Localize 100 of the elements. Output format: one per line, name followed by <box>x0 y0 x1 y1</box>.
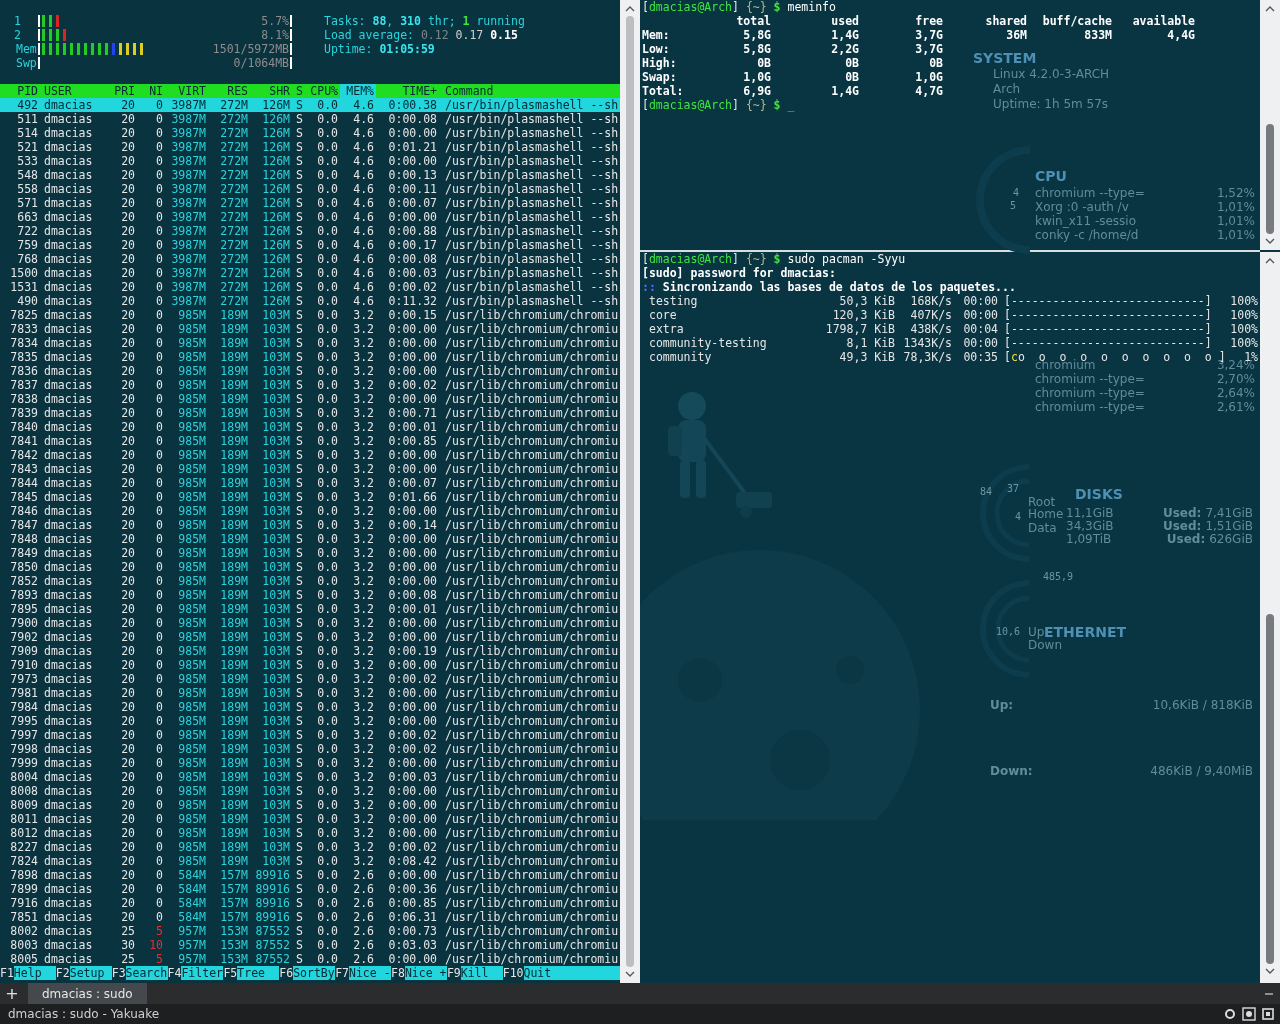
scroll-up-icon[interactable] <box>625 6 635 12</box>
function-key-button[interactable]: Nice + <box>404 966 447 980</box>
process-row[interactable]: 8009 dmacias 20 0 985M 189M 103M S 0.0 3.2 0:00.00 /usr/lib/chromium/chromiu <box>0 798 620 812</box>
process-row[interactable]: 7837 dmacias 20 0 985M 189M 103M S 0.0 3.2 0:00.02 /usr/lib/chromium/chromiu <box>0 378 620 392</box>
settings-icon[interactable] <box>1242 1007 1256 1021</box>
process-row[interactable]: 521 dmacias 20 0 3987M 272M 126M S 0.0 4.6 0:01.21 /usr/bin/plasmashell --sh <box>0 140 620 154</box>
scrollbar[interactable] <box>620 0 640 983</box>
process-row[interactable]: 7835 dmacias 20 0 985M 189M 103M S 0.0 3.2 0:00.00 /usr/lib/chromium/chromiu <box>0 350 620 364</box>
scroll-up-icon[interactable] <box>1265 258 1275 264</box>
column-header[interactable]: Command <box>439 84 620 98</box>
process-row[interactable]: 7916 dmacias 20 0 584M 157M 89916 S 0.0 2.6 0:00.85 /usr/lib/chromium/chromiu <box>0 896 620 910</box>
column-header[interactable]: PID <box>0 84 40 98</box>
process-row[interactable]: 759 dmacias 20 0 3987M 272M 126M S 0.0 4.6 0:00.17 /usr/bin/plasmashell --sh <box>0 238 620 252</box>
process-row[interactable]: 7850 dmacias 20 0 985M 189M 103M S 0.0 3.2 0:00.00 /usr/lib/chromium/chromiu <box>0 560 620 574</box>
scrollbar-thumb[interactable] <box>1266 124 1274 234</box>
scrollbar[interactable] <box>1260 0 1280 250</box>
process-row[interactable]: 7984 dmacias 20 0 985M 189M 103M S 0.0 3.2 0:00.00 /usr/lib/chromium/chromiu <box>0 700 620 714</box>
process-row[interactable]: 7841 dmacias 20 0 985M 189M 103M S 0.0 3.2 0:00.85 /usr/lib/chromium/chromiu <box>0 434 620 448</box>
process-row[interactable]: 7824 dmacias 20 0 985M 189M 103M S 0.0 3.2 0:08.42 /usr/lib/chromium/chromiu <box>0 854 620 868</box>
process-row[interactable]: 7902 dmacias 20 0 985M 189M 103M S 0.0 3.2 0:00.00 /usr/lib/chromium/chromiu <box>0 630 620 644</box>
scroll-down-icon[interactable] <box>1265 968 1275 974</box>
process-row[interactable]: 7838 dmacias 20 0 985M 189M 103M S 0.0 3.2 0:00.00 /usr/lib/chromium/chromiu <box>0 392 620 406</box>
column-header[interactable]: SHR <box>250 84 292 98</box>
scrollbar[interactable] <box>1260 252 1280 983</box>
function-key-button[interactable]: Tree <box>237 966 280 980</box>
function-key-button[interactable]: Quit <box>523 966 620 980</box>
process-row[interactable]: 7834 dmacias 20 0 985M 189M 103M S 0.0 3.2 0:00.00 /usr/lib/chromium/chromiu <box>0 336 620 350</box>
process-row[interactable]: 514 dmacias 20 0 3987M 272M 126M S 0.0 4.6 0:00.00 /usr/bin/plasmashell --sh <box>0 126 620 140</box>
process-row[interactable]: 7893 dmacias 20 0 985M 189M 103M S 0.0 3.2 0:00.08 /usr/lib/chromium/chromiu <box>0 588 620 602</box>
process-row[interactable]: 663 dmacias 20 0 3987M 272M 126M S 0.0 4.6 0:00.00 /usr/bin/plasmashell --sh <box>0 210 620 224</box>
function-key-button[interactable]: Nice - <box>349 966 391 980</box>
process-row[interactable]: 768 dmacias 20 0 3987M 272M 126M S 0.0 4.6 0:00.08 /usr/bin/plasmashell --sh <box>0 252 620 266</box>
process-row[interactable]: 7836 dmacias 20 0 985M 189M 103M S 0.0 3.2 0:00.00 /usr/lib/chromium/chromiu <box>0 364 620 378</box>
process-row[interactable]: 7848 dmacias 20 0 985M 189M 103M S 0.0 3.2 0:00.00 /usr/lib/chromium/chromiu <box>0 532 620 546</box>
process-row[interactable]: 7833 dmacias 20 0 985M 189M 103M S 0.0 3.2 0:00.00 /usr/lib/chromium/chromiu <box>0 322 620 336</box>
process-row[interactable]: 7910 dmacias 20 0 985M 189M 103M S 0.0 3.2 0:00.00 /usr/lib/chromium/chromiu <box>0 658 620 672</box>
process-row[interactable]: 7899 dmacias 20 0 584M 157M 89916 S 0.0 2.6 0:00.36 /usr/lib/chromium/chromiu <box>0 882 620 896</box>
scroll-up-icon[interactable] <box>1265 6 1275 12</box>
process-row[interactable]: 7852 dmacias 20 0 985M 189M 103M S 0.0 3.2 0:00.00 /usr/lib/chromium/chromiu <box>0 574 620 588</box>
process-row[interactable]: 7840 dmacias 20 0 985M 189M 103M S 0.0 3.2 0:00.01 /usr/lib/chromium/chromiu <box>0 420 620 434</box>
process-row[interactable]: 7900 dmacias 20 0 985M 189M 103M S 0.0 3.2 0:00.00 /usr/lib/chromium/chromiu <box>0 616 620 630</box>
process-row[interactable]: 7973 dmacias 20 0 985M 189M 103M S 0.0 3.2 0:00.02 /usr/lib/chromium/chromiu <box>0 672 620 686</box>
new-tab-button[interactable]: + <box>0 984 24 1003</box>
process-row[interactable]: 7999 dmacias 20 0 985M 189M 103M S 0.0 3.2 0:00.00 /usr/lib/chromium/chromiu <box>0 756 620 770</box>
process-row[interactable]: 7839 dmacias 20 0 985M 189M 103M S 0.0 3.2 0:00.71 /usr/lib/chromium/chromiu <box>0 406 620 420</box>
process-row[interactable]: 8003 dmacias 30 10 957M 153M 87552 S 0.0 2.6 0:03.03 /usr/lib/chromium/chromiu <box>0 938 620 952</box>
circle-icon[interactable] <box>1224 1008 1236 1020</box>
column-header[interactable]: TIME+ <box>376 84 439 98</box>
process-row[interactable]: 8008 dmacias 20 0 985M 189M 103M S 0.0 3.2 0:00.00 /usr/lib/chromium/chromiu <box>0 784 620 798</box>
column-header[interactable]: NI <box>137 84 165 98</box>
scrollbar-thumb[interactable] <box>1266 614 1274 964</box>
scrollbar-thumb[interactable] <box>626 16 634 967</box>
process-row[interactable]: 7909 dmacias 20 0 985M 189M 103M S 0.0 3.2 0:00.19 /usr/lib/chromium/chromiu <box>0 644 620 658</box>
session-tab[interactable]: dmacias : sudo <box>28 983 147 1004</box>
function-key-button[interactable]: Filter <box>181 966 224 980</box>
process-row[interactable]: 490 dmacias 20 0 3987M 272M 126M S 0.0 4.6 0:11.32 /usr/bin/plasmashell --sh <box>0 294 620 308</box>
process-row[interactable]: 571 dmacias 20 0 3987M 272M 126M S 0.0 4.6 0:00.07 /usr/bin/plasmashell --sh <box>0 196 620 210</box>
process-row[interactable]: 8227 dmacias 20 0 985M 189M 103M S 0.0 3.2 0:00.02 /usr/lib/chromium/chromiu <box>0 840 620 854</box>
process-row[interactable]: 8002 dmacias 25 5 957M 153M 87552 S 0.0 2.6 0:00.73 /usr/lib/chromium/chromiu <box>0 924 620 938</box>
process-row[interactable]: 7998 dmacias 20 0 985M 189M 103M S 0.0 3.2 0:00.02 /usr/lib/chromium/chromiu <box>0 742 620 756</box>
square-icon[interactable] <box>1262 1008 1274 1020</box>
process-row[interactable]: 8012 dmacias 20 0 985M 189M 103M S 0.0 3.2 0:00.00 /usr/lib/chromium/chromiu <box>0 826 620 840</box>
process-row[interactable]: 7851 dmacias 20 0 584M 157M 89916 S 0.0 2.6 0:06.31 /usr/lib/chromium/chromiu <box>0 910 620 924</box>
function-key-button[interactable]: Search <box>125 966 168 980</box>
function-key-button[interactable]: Kill <box>460 966 503 980</box>
process-row[interactable]: 722 dmacias 20 0 3987M 272M 126M S 0.0 4.6 0:00.88 /usr/bin/plasmashell --sh <box>0 224 620 238</box>
scroll-down-icon[interactable] <box>1265 238 1275 244</box>
process-row[interactable]: 558 dmacias 20 0 3987M 272M 126M S 0.0 4.6 0:00.11 /usr/bin/plasmashell --sh <box>0 182 620 196</box>
column-header[interactable]: VIRT <box>165 84 208 98</box>
function-key-button[interactable]: SortBy <box>293 966 336 980</box>
function-key-button[interactable]: Setup <box>69 966 112 980</box>
column-header[interactable]: PRI <box>100 84 137 98</box>
column-header[interactable]: USER <box>40 84 100 98</box>
column-header[interactable]: MEM% <box>340 84 376 98</box>
process-row[interactable]: 8004 dmacias 20 0 985M 189M 103M S 0.0 3.2 0:00.03 /usr/lib/chromium/chromiu <box>0 770 620 784</box>
process-row[interactable]: 7825 dmacias 20 0 985M 189M 103M S 0.0 3.2 0:00.15 /usr/lib/chromium/chromiu <box>0 308 620 322</box>
process-row[interactable]: 7995 dmacias 20 0 985M 189M 103M S 0.0 3.2 0:00.00 /usr/lib/chromium/chromiu <box>0 714 620 728</box>
process-row[interactable]: 533 dmacias 20 0 3987M 272M 126M S 0.0 4.6 0:00.00 /usr/bin/plasmashell --sh <box>0 154 620 168</box>
process-row[interactable]: 7849 dmacias 20 0 985M 189M 103M S 0.0 3.2 0:00.00 /usr/lib/chromium/chromiu <box>0 546 620 560</box>
process-row[interactable]: 7845 dmacias 20 0 985M 189M 103M S 0.0 3.2 0:01.66 /usr/lib/chromium/chromiu <box>0 490 620 504</box>
process-row[interactable]: 7898 dmacias 20 0 584M 157M 89916 S 0.0 2.6 0:00.00 /usr/lib/chromium/chromiu <box>0 868 620 882</box>
process-row[interactable]: 7847 dmacias 20 0 985M 189M 103M S 0.0 3.2 0:00.14 /usr/lib/chromium/chromiu <box>0 518 620 532</box>
process-row[interactable]: 7895 dmacias 20 0 985M 189M 103M S 0.0 3.2 0:00.01 /usr/lib/chromium/chromiu <box>0 602 620 616</box>
process-row[interactable]: 7843 dmacias 20 0 985M 189M 103M S 0.0 3.2 0:00.00 /usr/lib/chromium/chromiu <box>0 462 620 476</box>
column-header[interactable]: CPU% <box>306 84 340 98</box>
process-row[interactable]: 1531 dmacias 20 0 3987M 272M 126M S 0.0 4.6 0:00.02 /usr/bin/plasmashell --sh <box>0 280 620 294</box>
process-row[interactable]: 7981 dmacias 20 0 985M 189M 103M S 0.0 3.2 0:00.00 /usr/lib/chromium/chromiu <box>0 686 620 700</box>
process-row[interactable]: 492 dmacias 20 0 3987M 272M 126M S 0.0 4.6 0:00.38 /usr/bin/plasmashell --sh <box>0 98 620 112</box>
scroll-down-icon[interactable] <box>625 971 635 977</box>
process-row[interactable]: 7844 dmacias 20 0 985M 189M 103M S 0.0 3.2 0:00.07 /usr/lib/chromium/chromiu <box>0 476 620 490</box>
process-row[interactable]: 1500 dmacias 20 0 3987M 272M 126M S 0.0 4.6 0:00.03 /usr/bin/plasmashell --sh <box>0 266 620 280</box>
process-row[interactable]: 8011 dmacias 20 0 985M 189M 103M S 0.0 3.2 0:00.00 /usr/lib/chromium/chromiu <box>0 812 620 826</box>
process-row[interactable]: 7997 dmacias 20 0 985M 189M 103M S 0.0 3.2 0:00.02 /usr/lib/chromium/chromiu <box>0 728 620 742</box>
process-row[interactable]: 7842 dmacias 20 0 985M 189M 103M S 0.0 3.2 0:00.00 /usr/lib/chromium/chromiu <box>0 448 620 462</box>
column-header[interactable]: S <box>292 84 306 98</box>
column-header[interactable]: RES <box>208 84 250 98</box>
process-row[interactable]: 7846 dmacias 20 0 985M 189M 103M S 0.0 3.2 0:00.00 /usr/lib/chromium/chromiu <box>0 504 620 518</box>
process-row[interactable]: 511 dmacias 20 0 3987M 272M 126M S 0.0 4.6 0:00.08 /usr/bin/plasmashell --sh <box>0 112 620 126</box>
function-key-button[interactable]: Help <box>13 966 56 980</box>
process-row[interactable]: 8005 dmacias 25 5 957M 153M 87552 S 0.0 2.6 0:00.00 /usr/lib/chromium/chromiu <box>0 952 620 966</box>
